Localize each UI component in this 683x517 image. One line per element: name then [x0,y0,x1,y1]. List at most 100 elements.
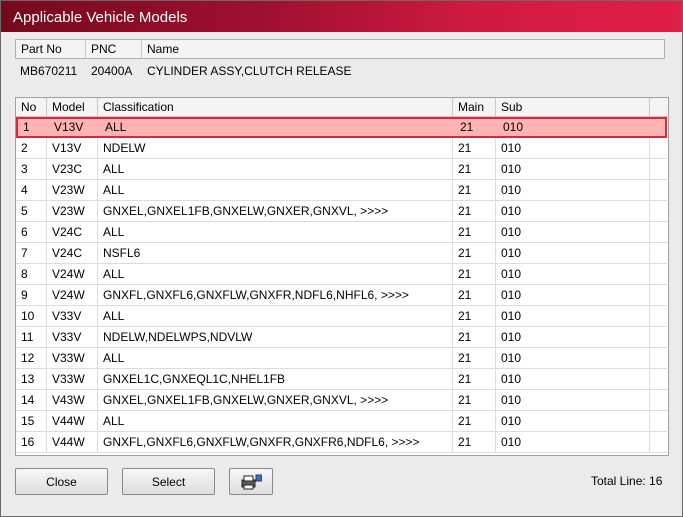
name-value: CYLINDER ASSY,CLUTCH RELEASE [147,64,352,78]
part-no-header: Part No [16,40,86,58]
table-row[interactable]: 5 V23W GNXEL,GNXEL1FB,GNXELW,GNXER,GNXVL, … [16,201,667,222]
cell-main: 21 [453,180,496,200]
cell-spacer [650,159,668,179]
cell-spacer [650,201,668,221]
cell-no: 12 [16,348,47,368]
cell-no: 7 [16,243,47,263]
table-row[interactable]: 16 V44W GNXFL,GNXFL6,GNXFLW,GNXFR,GNXFR6,N… [16,432,667,453]
cell-spacer [652,119,668,139]
table-row[interactable]: 4 V23W ALL 21 010 [16,180,667,201]
cell-classification: ALL [98,411,453,431]
table-row[interactable]: 2 V13V NDELW 21 010 [16,138,667,159]
table-row[interactable]: 1 V13V ALL 21 010 [16,117,667,138]
cell-main: 21 [453,264,496,284]
cell-no: 8 [16,264,47,284]
cell-classification: ALL [98,222,453,242]
select-button[interactable]: Select [122,468,215,495]
cell-no: 9 [16,285,47,305]
cell-classification: NDELW,NDELWPS,NDVLW [98,327,453,347]
total-line-count: Total Line: 16 [591,474,663,488]
table-row[interactable]: 8 V24W ALL 21 010 [16,264,667,285]
cell-classification: NSFL6 [98,243,453,263]
cell-main: 21 [453,369,496,389]
cell-sub: 010 [496,306,650,326]
col-sub-header[interactable]: Sub [496,98,650,116]
cell-sub: 010 [496,222,650,242]
cell-no: 11 [16,327,47,347]
cell-main: 21 [453,285,496,305]
table-row[interactable]: 10 V33V ALL 21 010 [16,306,667,327]
cell-model: V43W [47,390,98,410]
cell-classification: GNXFL,GNXFL6,GNXFLW,GNXFR,NDFL6,NHFL6, >… [98,285,453,305]
cell-spacer [650,243,668,263]
cell-main: 21 [453,411,496,431]
cell-main: 21 [453,306,496,326]
cell-sub: 010 [496,264,650,284]
cell-classification: ALL [98,180,453,200]
cell-main: 21 [460,120,474,134]
cell-spacer [650,222,668,242]
cell-spacer [650,348,668,368]
col-model-header[interactable]: Model [47,98,98,116]
cell-classification: ALL [98,306,453,326]
cell-model: V23W [47,201,98,221]
cell-no: 10 [16,306,47,326]
cell-model: V23W [47,180,98,200]
cell-no: 1 [23,120,30,134]
part-info-header: Part No PNC Name [15,39,665,59]
table-row[interactable]: 9 V24W GNXFL,GNXFL6,GNXFLW,GNXFR,NDFL6,NHF… [16,285,667,306]
cell-spacer [650,411,668,431]
cell-no: 4 [16,180,47,200]
cell-spacer [650,432,668,452]
cell-model: V23C [47,159,98,179]
print-button[interactable] [229,468,273,495]
cell-model: V24C [47,243,98,263]
cell-model: V44W [47,432,98,452]
table-row[interactable]: 7 V24C NSFL6 21 010 [16,243,667,264]
col-classification-header[interactable]: Classification [98,98,453,116]
cell-model: V33V [47,327,98,347]
applicable-vehicle-models-dialog: Applicable Vehicle Models Part No PNC Na… [0,0,683,517]
table-row[interactable]: 15 V44W ALL 21 010 [16,411,667,432]
cell-main: 21 [453,159,496,179]
table-row[interactable]: 13 V33W GNXEL1C,GNXEQL1C,NHEL1FB 21 010 [16,369,667,390]
cell-sub: 010 [496,327,650,347]
col-no-header[interactable]: No [16,98,47,116]
table-header: No Model Classification Main Sub [16,98,668,117]
cell-spacer [650,180,668,200]
cell-spacer [650,138,668,158]
table-body: 1 V13V ALL 21 010 2 V13V NDELW 21 010 3 V23C ALL 21 01… [16,117,668,455]
table-row[interactable]: 14 V43W GNXEL,GNXEL1FB,GNXELW,GNXER,GNXVL,… [16,390,667,411]
cell-main: 21 [453,138,496,158]
table-row[interactable]: 12 V33W ALL 21 010 [16,348,667,369]
cell-spacer [650,306,668,326]
cell-classification: GNXEL,GNXEL1FB,GNXELW,GNXER,GNXVL, >>>> [98,201,453,221]
cell-sub: 010 [496,411,650,431]
cell-main: 21 [453,327,496,347]
cell-spacer [650,390,668,410]
cell-sub: 010 [503,120,524,134]
table-row[interactable]: 11 V33V NDELW,NDELWPS,NDVLW 21 010 [16,327,667,348]
cell-model: V24C [47,222,98,242]
cell-spacer [650,285,668,305]
cell-classification: NDELW [98,138,453,158]
close-button[interactable]: Close [15,468,108,495]
title-bar[interactable]: Applicable Vehicle Models [1,1,682,32]
part-no-value: MB670211 [20,64,78,78]
cell-main: 21 [453,432,496,452]
col-main-header[interactable]: Main [453,98,496,116]
cell-sub: 010 [496,285,650,305]
cell-sub: 010 [496,369,650,389]
cell-sub: 010 [496,180,650,200]
table-row[interactable]: 3 V23C ALL 21 010 [16,159,667,180]
table-row[interactable]: 6 V24C ALL 21 010 [16,222,667,243]
name-header: Name [147,42,180,56]
cell-no: 14 [16,390,47,410]
vehicle-models-table[interactable]: No Model Classification Main Sub 1 V13V AL… [15,97,669,456]
cell-model: V33W [47,348,98,368]
pnc-header: PNC [86,40,142,58]
cell-spacer [650,264,668,284]
cell-no: 13 [16,369,47,389]
cell-classification: GNXEL,GNXEL1FB,GNXELW,GNXER,GNXVL, >>>> [98,390,453,410]
cell-model: V33W [47,369,98,389]
